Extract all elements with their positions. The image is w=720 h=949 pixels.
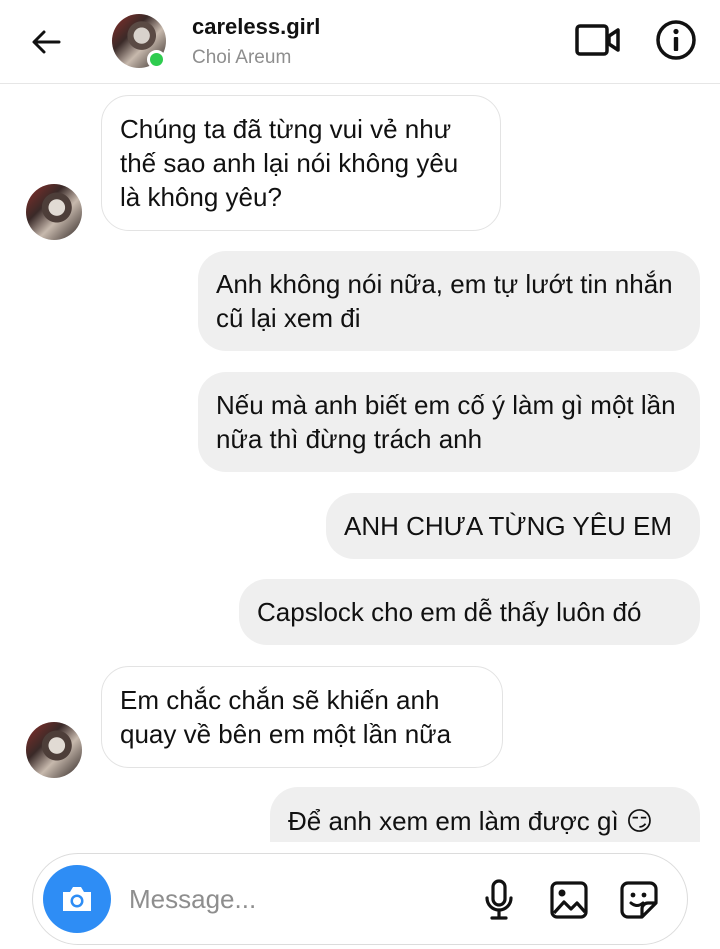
- message-bubble-outgoing[interactable]: Anh không nói nữa, em tự lướt tin nhắn c…: [198, 251, 700, 351]
- message-bubble-incoming[interactable]: Chúng ta đã từng vui vẻ như thế sao anh …: [101, 95, 501, 231]
- microphone-icon[interactable]: [479, 878, 519, 922]
- message-bubble-outgoing[interactable]: Để anh xem em làm được gì 😏: [270, 787, 700, 843]
- message-bubble-incoming[interactable]: Em chắc chắn sẽ khiến anh quay về bên em…: [101, 666, 503, 768]
- online-status-dot: [147, 50, 166, 69]
- message-composer: [32, 853, 688, 945]
- gallery-icon[interactable]: [549, 878, 589, 922]
- info-icon[interactable]: [654, 18, 698, 62]
- sticker-icon[interactable]: [619, 878, 659, 922]
- chat-header: careless.girl Choi Areum: [0, 0, 720, 84]
- chat-display-name: Choi Areum: [192, 47, 292, 68]
- avatar[interactable]: [26, 722, 82, 778]
- message-bubble-outgoing[interactable]: Capslock cho em dễ thấy luôn đó: [239, 579, 700, 645]
- chat-username[interactable]: careless.girl: [192, 14, 320, 40]
- avatar[interactable]: [26, 184, 82, 240]
- camera-icon: [63, 887, 91, 911]
- video-call-icon[interactable]: [574, 22, 622, 58]
- message-bubble-outgoing[interactable]: ANH CHƯA TỪNG YÊU EM: [326, 493, 700, 559]
- camera-button[interactable]: [43, 865, 111, 933]
- message-bubble-outgoing[interactable]: Nếu mà anh biết em cố ý làm gì một lần n…: [198, 372, 700, 472]
- back-arrow-icon[interactable]: [26, 22, 66, 62]
- message-input[interactable]: [129, 876, 459, 922]
